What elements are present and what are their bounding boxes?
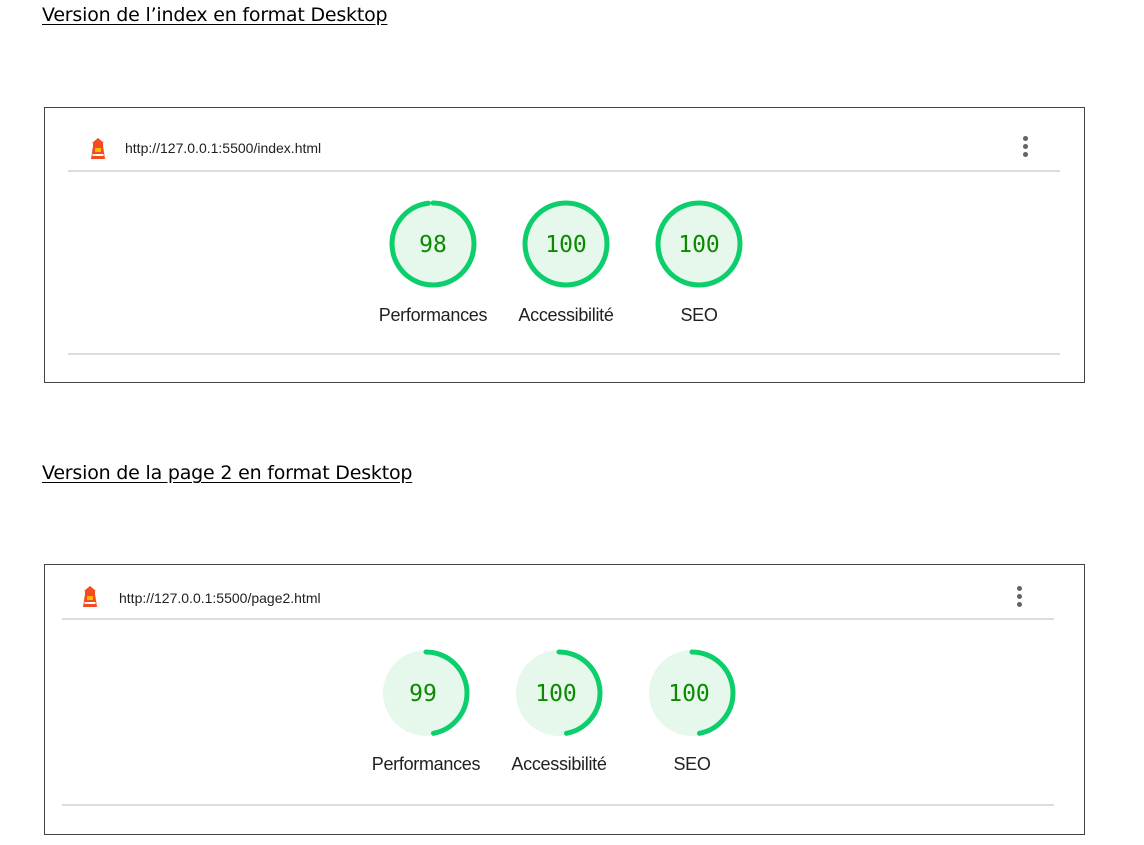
gauge-accessibility[interactable]: 100 Accessibilité	[494, 646, 624, 775]
gauge-seo[interactable]: 100 SEO	[627, 646, 757, 775]
score-ring-seo: 100	[648, 649, 736, 737]
gauge-performance[interactable]: 99 Performances	[361, 646, 491, 775]
gauge-label-performance: Performances	[371, 754, 481, 774]
footer-divider	[62, 804, 1054, 806]
report-url[interactable]: http://127.0.0.1:5500/index.html	[125, 140, 321, 156]
score-value-performance: 98	[419, 232, 447, 258]
gauge-label-seo: SEO	[673, 754, 711, 774]
lighthouse-report-card-page2: http://127.0.0.1:5500/page2.html 99 Perf…	[44, 564, 1085, 835]
report-header: http://127.0.0.1:5500/page2.html	[45, 565, 1084, 621]
report-url[interactable]: http://127.0.0.1:5500/page2.html	[119, 590, 321, 606]
report-heading-page2: Version de la page 2 en format Desktop	[42, 462, 413, 484]
gauge-seo[interactable]: 100 SEO	[634, 197, 764, 326]
score-value-seo: 100	[668, 681, 710, 707]
score-value-accessibility: 100	[535, 681, 577, 707]
report-header: http://127.0.0.1:5500/index.html	[45, 108, 1084, 170]
more-vert-icon[interactable]	[1014, 586, 1024, 612]
lighthouse-report-card-index: http://127.0.0.1:5500/index.html 98 Perf…	[44, 107, 1085, 383]
lighthouse-icon	[83, 586, 97, 607]
score-ring-accessibility: 100	[522, 200, 610, 288]
gauge-accessibility[interactable]: 100 Accessibilité	[501, 197, 631, 326]
score-ring-performance: 99	[382, 649, 470, 737]
gauge-label-performance: Performances	[378, 305, 488, 325]
score-ring-performance: 98	[389, 200, 477, 288]
header-divider	[62, 618, 1054, 620]
footer-divider	[68, 353, 1060, 355]
score-value-accessibility: 100	[545, 232, 587, 258]
gauge-label-accessibility: Accessibilité	[511, 754, 607, 774]
score-ring-accessibility: 100	[515, 649, 603, 737]
score-value-performance: 99	[409, 681, 437, 707]
lighthouse-icon	[91, 138, 105, 159]
header-divider	[68, 170, 1060, 172]
more-vert-icon[interactable]	[1020, 136, 1030, 162]
report-heading-index: Version de l’index en format Desktop	[42, 4, 388, 26]
gauge-label-accessibility: Accessibilité	[518, 305, 614, 325]
gauge-performance[interactable]: 98 Performances	[368, 197, 498, 326]
gauge-label-seo: SEO	[680, 305, 718, 325]
score-value-seo: 100	[678, 232, 720, 258]
score-ring-seo: 100	[655, 200, 743, 288]
